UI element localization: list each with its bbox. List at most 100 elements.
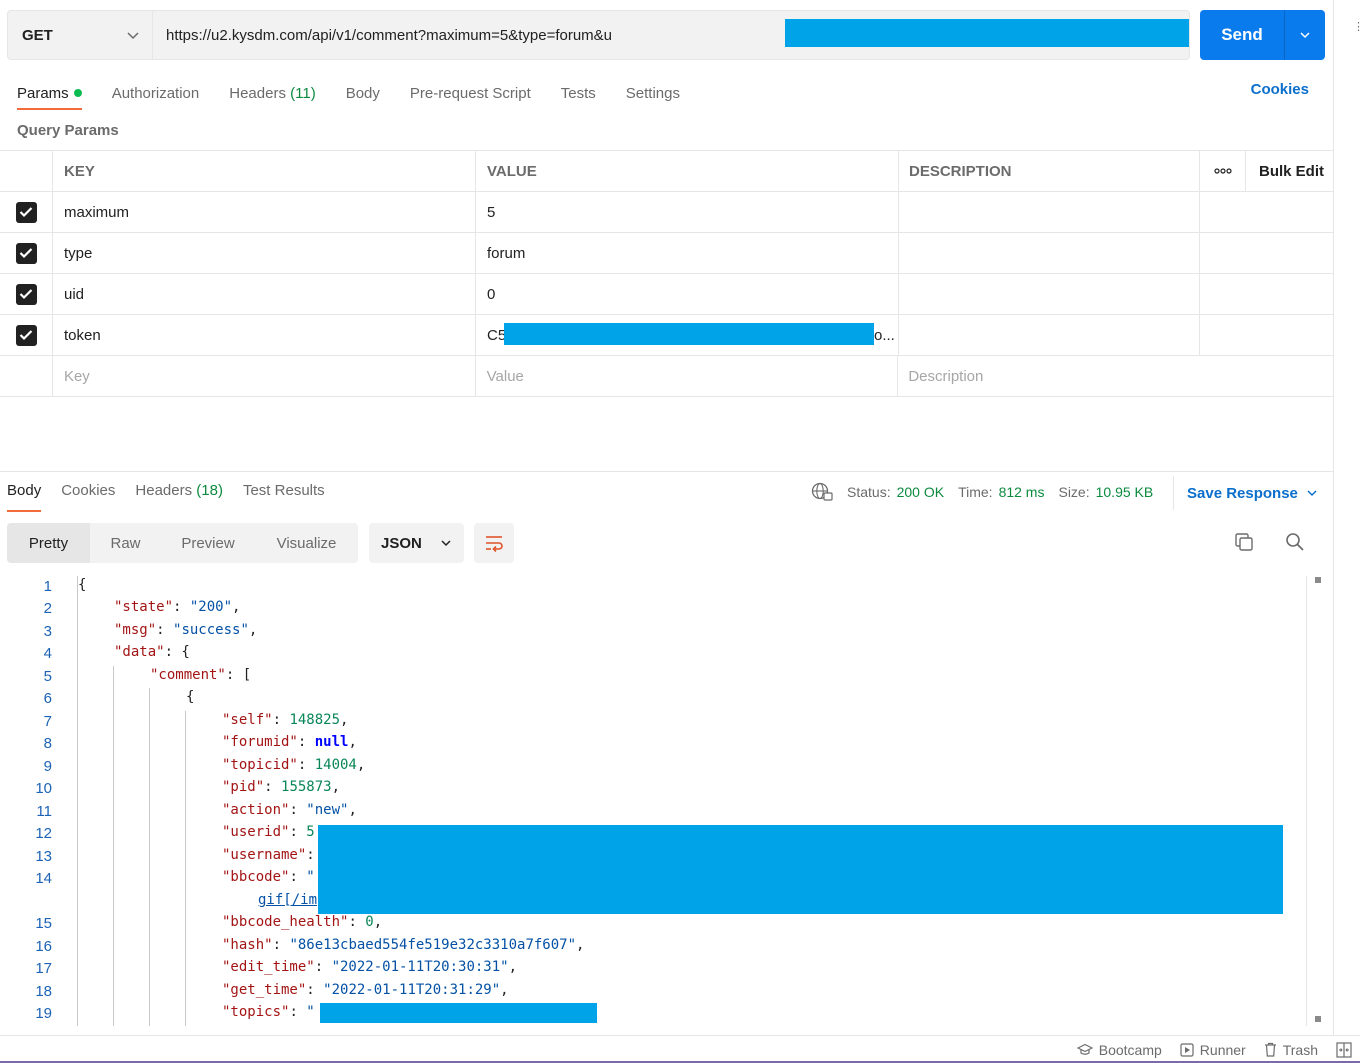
- code-line: 9 "topicid": 14004,: [0, 756, 1306, 778]
- new-description-input[interactable]: Description: [898, 356, 1334, 396]
- view-raw-button[interactable]: Raw: [90, 523, 161, 563]
- row-checkbox-cell: [0, 315, 53, 355]
- code-text: "edit_time": "2022-01-11T20:30:31",: [222, 959, 517, 975]
- view-pretty-button[interactable]: Pretty: [7, 523, 90, 563]
- new-value-input[interactable]: Value: [476, 356, 899, 396]
- checkmark-icon: [19, 207, 33, 218]
- code-line: 3 "msg": "success",: [0, 621, 1306, 643]
- tab-headers[interactable]: Headers (11): [229, 78, 315, 108]
- row-spacer: [1246, 274, 1334, 314]
- search-button[interactable]: [1284, 531, 1306, 556]
- table-row: maximum 5: [0, 192, 1334, 233]
- code-token: :: [289, 824, 307, 841]
- response-body-code[interactable]: 1{2 "state": "200", 3 "msg": "success", 4 "da…: [0, 576, 1306, 1026]
- tab-test-results[interactable]: Test Results: [243, 482, 325, 506]
- row-checkbox[interactable]: [15, 324, 37, 346]
- row-checkbox-cell: [0, 192, 53, 232]
- time-value[interactable]: 812 ms: [999, 484, 1045, 500]
- line-number: 8: [43, 735, 52, 753]
- format-select[interactable]: JSON: [369, 523, 464, 563]
- code-token: "action": [222, 802, 290, 818]
- redaction-block: [320, 1003, 597, 1023]
- param-description[interactable]: [899, 192, 1200, 232]
- query-params-title: Query Params: [17, 122, 119, 139]
- row-checkbox[interactable]: [15, 242, 37, 264]
- code-token: "hash": [222, 937, 273, 953]
- param-value[interactable]: C5 o...: [476, 315, 899, 355]
- new-key-input[interactable]: Key: [53, 356, 476, 396]
- url-input[interactable]: https://u2.kysdm.com/api/v1/comment?maxi…: [152, 10, 1190, 60]
- two-pane-toggle-button[interactable]: [1336, 1041, 1352, 1058]
- param-value[interactable]: 5: [476, 192, 899, 232]
- tab-response-cookies[interactable]: Cookies: [61, 482, 115, 506]
- code-token[interactable]: gif[/im: [258, 892, 317, 908]
- trash-button[interactable]: Trash: [1264, 1042, 1318, 1058]
- row-checkbox[interactable]: [15, 283, 37, 305]
- code-token: "bbcode": [222, 869, 290, 886]
- param-description[interactable]: [899, 274, 1200, 314]
- wrap-lines-button[interactable]: [474, 523, 514, 563]
- param-description[interactable]: [899, 233, 1200, 273]
- globe-network-icon[interactable]: [811, 482, 833, 502]
- code-scrollbar[interactable]: [1306, 576, 1326, 1026]
- view-visualize-button[interactable]: Visualize: [255, 523, 358, 563]
- code-token: ,: [331, 779, 341, 796]
- row-checkbox[interactable]: [15, 201, 37, 223]
- tab-params[interactable]: Params: [17, 78, 82, 110]
- code-token: "get_time": [222, 982, 307, 998]
- tab-response-body[interactable]: Body: [7, 482, 42, 512]
- code-text: "username":: [222, 847, 315, 863]
- response-divider: [0, 471, 1334, 472]
- tab-settings[interactable]: Settings: [626, 78, 680, 108]
- table-row: uid 0: [0, 274, 1334, 315]
- tab-body[interactable]: Body: [346, 78, 380, 108]
- code-text: "topicid": 14004,: [222, 757, 365, 773]
- scroll-up-arrow-icon[interactable]: [1315, 577, 1321, 583]
- line-number: 5: [43, 668, 52, 685]
- code-text: "comment": [: [150, 667, 251, 683]
- more-options-button[interactable]: [1200, 151, 1246, 191]
- code-text: "get_time": "2022-01-11T20:31:29",: [222, 982, 509, 998]
- status-value[interactable]: 200 OK: [897, 484, 944, 500]
- code-text: "userid": 5: [222, 824, 315, 840]
- tab-tests[interactable]: Tests: [561, 78, 596, 108]
- param-value[interactable]: forum: [476, 233, 899, 273]
- tab-pre-request-script[interactable]: Pre-request Script: [410, 78, 531, 108]
- param-key[interactable]: uid: [53, 274, 476, 314]
- bootcamp-button[interactable]: Bootcamp: [1076, 1042, 1162, 1058]
- line-number: 10: [35, 780, 52, 798]
- chevron-down-icon: [1307, 490, 1317, 497]
- code-token: ,: [500, 982, 509, 998]
- save-response-button[interactable]: Save Response: [1173, 476, 1318, 510]
- checkmark-icon: [19, 330, 33, 341]
- code-token: :: [289, 1004, 307, 1021]
- code-token: :: [272, 937, 290, 953]
- size-value[interactable]: 10.95 KB: [1096, 484, 1154, 500]
- tab-params-label: Params: [17, 84, 69, 102]
- view-preview-button[interactable]: Preview: [161, 523, 255, 563]
- code-token: :: [306, 982, 324, 998]
- code-token: "2022-01-11T20:30:31": [331, 959, 509, 976]
- param-key[interactable]: maximum: [53, 192, 476, 232]
- code-text: "hash": "86e13cbaed554fe519e32c3310a7f60…: [222, 937, 584, 953]
- new-param-row: Key Value Description: [0, 356, 1334, 397]
- param-key[interactable]: token: [53, 315, 476, 355]
- copy-button[interactable]: [1233, 531, 1255, 556]
- runner-button[interactable]: Runner: [1180, 1042, 1246, 1058]
- code-token: ,: [373, 914, 383, 931]
- send-options-button[interactable]: [1285, 10, 1325, 60]
- param-key[interactable]: type: [53, 233, 476, 273]
- two-pane-layout-icon: [1336, 1041, 1352, 1058]
- code-token: :: [289, 802, 307, 818]
- scroll-down-arrow-icon[interactable]: [1315, 1016, 1321, 1022]
- tab-response-headers[interactable]: Headers (18): [135, 482, 223, 506]
- panel-edge-icon: ⋮: [1353, 21, 1360, 33]
- cookies-link[interactable]: Cookies: [1251, 81, 1309, 98]
- method-select[interactable]: GET: [7, 10, 152, 60]
- tab-authorization[interactable]: Authorization: [112, 78, 200, 108]
- bulk-edit-button[interactable]: Bulk Edit: [1246, 151, 1334, 191]
- code-line: 4 "data": {: [0, 643, 1306, 665]
- param-value[interactable]: 0: [476, 274, 899, 314]
- send-button[interactable]: Send: [1200, 10, 1325, 60]
- param-description[interactable]: [899, 315, 1200, 355]
